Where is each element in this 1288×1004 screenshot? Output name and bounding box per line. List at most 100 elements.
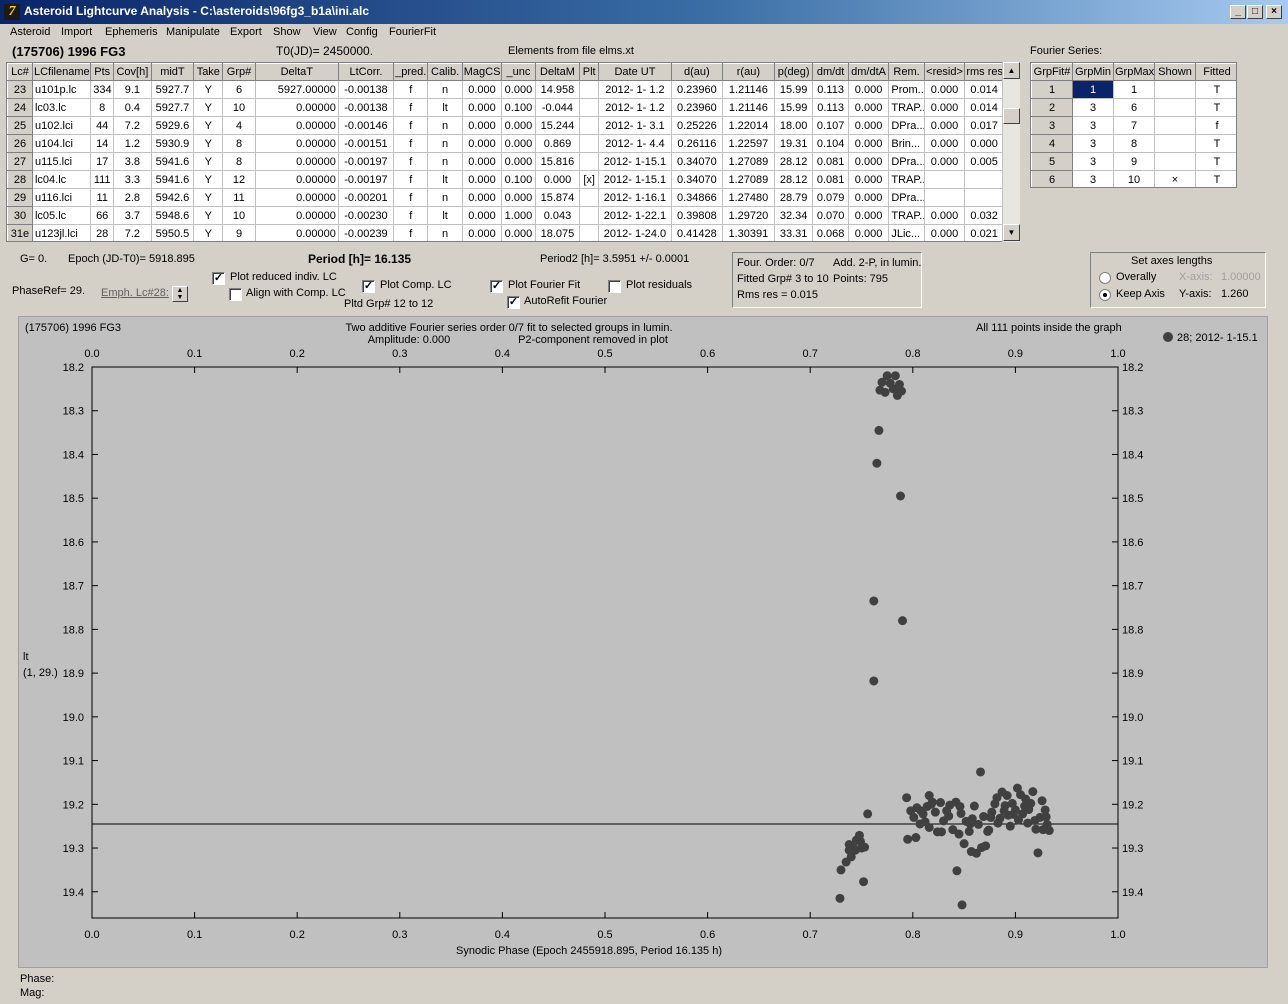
fourier-cell[interactable]: 9	[1113, 152, 1155, 171]
lc-cell[interactable]: 0.000	[535, 170, 581, 189]
lc-cell[interactable]: 0.000	[848, 98, 890, 117]
lc-cell[interactable]: 1.000	[501, 206, 536, 225]
lc-cell[interactable]: 0.00000	[255, 134, 339, 153]
fourier-table-row[interactable]: 539 T	[1031, 152, 1236, 171]
lc-cell[interactable]: 31e	[7, 224, 33, 241]
menu-ephemeris[interactable]: Ephemeris	[105, 26, 158, 38]
lc-col-header[interactable]: rms res	[964, 63, 1004, 81]
fourier-cell[interactable]	[1154, 134, 1196, 153]
lc-cell[interactable]: 0.25226	[671, 116, 723, 135]
lc-col-header[interactable]: _unc	[501, 63, 536, 81]
lc-cell[interactable]: 0.000	[501, 116, 536, 135]
lc-cell[interactable]: 0.104	[812, 134, 849, 153]
spin-up-icon[interactable]: ▲	[173, 287, 187, 294]
lc-cell[interactable]: DPra...	[888, 188, 925, 207]
lc-cell[interactable]: 1.22597	[722, 134, 775, 153]
lc-cell[interactable]: 10	[222, 206, 256, 225]
lc-cell[interactable]: 0.070	[812, 206, 849, 225]
lc-cell[interactable]: 44	[90, 116, 115, 135]
lc-cell[interactable]: 0.00000	[255, 188, 339, 207]
lc-table-row[interactable]: 29 u116.lci 11 2.8 5942.6 Y 11 0.00000 -0.00201 f…	[7, 188, 1004, 207]
lc-cell[interactable]: 0.000	[848, 152, 890, 171]
lc-cell[interactable]: 0.000	[848, 206, 890, 225]
lc-cell[interactable]: 1.2	[113, 134, 152, 153]
lc-cell[interactable]: Y	[193, 170, 224, 189]
lc-cell[interactable]: 28.79	[774, 188, 814, 207]
lc-cell[interactable]	[579, 116, 600, 135]
lc-grid-scrollbar[interactable]: ▲ ▼	[1002, 62, 1020, 242]
lc-cell[interactable]: 0.000	[462, 188, 503, 207]
lc-cell[interactable]: Y	[193, 134, 224, 153]
fourier-cell[interactable]: 3	[1072, 134, 1114, 153]
lc-cell[interactable]: 0.113	[812, 80, 849, 99]
lc-cell[interactable]: 0.081	[812, 152, 849, 171]
lc-table-row[interactable]: 28 lc04.lc 111 3.3 5941.6 Y 12 0.00000 -0.00197 f…	[7, 170, 1004, 189]
lc-cell[interactable]: DPra...	[888, 152, 925, 171]
lc-cell[interactable]: 28	[90, 224, 115, 241]
lc-cell[interactable]: 0.113	[812, 98, 849, 117]
fourier-cell[interactable]	[1154, 98, 1196, 117]
lc-cell[interactable]: 0.00000	[255, 224, 339, 241]
lc-cell[interactable]: 0.869	[535, 134, 581, 153]
lc-col-header[interactable]: _pred.	[393, 63, 429, 81]
y-axis-value[interactable]: 1.260	[1221, 288, 1249, 300]
lc-cell[interactable]: 2.8	[113, 188, 152, 207]
lc-cell[interactable]: -0.00146	[338, 116, 395, 135]
lc-cell[interactable]: 0.000	[924, 152, 966, 171]
lc-cell[interactable]	[579, 98, 600, 117]
lc-cell[interactable]: 0.41428	[671, 224, 723, 241]
plot-residuals-checkbox[interactable]	[608, 280, 621, 293]
lc-cell[interactable]: 0.34070	[671, 152, 723, 171]
fourier-table-row[interactable]: 6 3 10 × T	[1031, 170, 1236, 187]
lc-table-row[interactable]: 23 u101p.lc 334 9.1 5927.7 Y 6 5927.00000 -0.001…	[7, 80, 1004, 99]
lc-cell[interactable]: -0.00230	[338, 206, 395, 225]
lc-cell[interactable]	[579, 224, 600, 241]
lc-cell[interactable]: 2012- 1-15.1	[598, 170, 672, 189]
lc-col-header[interactable]: Grp#	[222, 63, 256, 81]
menu-import[interactable]: Import	[61, 26, 92, 38]
lc-cell[interactable]: u123jl.lci	[32, 224, 92, 241]
lc-cell[interactable]: 8	[90, 98, 115, 117]
lc-cell[interactable]: n	[427, 152, 463, 171]
lc-cell[interactable]: 0.014	[964, 98, 1004, 117]
lc-cell[interactable]: 0.000	[462, 224, 503, 241]
lc-cell[interactable]: 14.958	[535, 80, 581, 99]
lc-cell[interactable]: 2012- 1-15.1	[598, 152, 672, 171]
lc-cell[interactable]	[579, 188, 600, 207]
lc-cell[interactable]: lt	[427, 170, 463, 189]
lc-col-header[interactable]: Rem.	[888, 63, 925, 81]
fourier-cell[interactable]: 10	[1113, 170, 1155, 187]
lc-cell[interactable]	[579, 206, 600, 225]
lc-cell[interactable]: 0.000	[924, 224, 966, 241]
fourier-cell[interactable]: 8	[1113, 134, 1155, 153]
lc-cell[interactable]: 15.874	[535, 188, 581, 207]
lc-cell[interactable]	[579, 152, 600, 171]
lc-cell[interactable]: 11	[90, 188, 115, 207]
fourier-cell[interactable]: 3	[1031, 116, 1073, 135]
lc-cell[interactable]: 26	[7, 134, 33, 153]
lc-cell[interactable]: 0.005	[964, 152, 1004, 171]
lc-cell[interactable]: 24	[7, 98, 33, 117]
lc-col-header[interactable]: Take	[193, 63, 224, 81]
lc-cell[interactable]: lt	[427, 98, 463, 117]
fourier-cell[interactable]: ×	[1154, 170, 1196, 187]
lc-cell[interactable]: [x]	[579, 170, 600, 189]
fourier-cell[interactable]: 6	[1031, 170, 1073, 187]
lc-cell[interactable]: 0.081	[812, 170, 849, 189]
lc-cell[interactable]: 0.00000	[255, 98, 339, 117]
lc-cell[interactable]: -0.00138	[338, 98, 395, 117]
lc-cell[interactable]: 111	[90, 170, 115, 189]
lc-cell[interactable]: 0.000	[462, 152, 503, 171]
lc-cell[interactable]: -0.00138	[338, 80, 395, 99]
lc-cell[interactable]: 0.000	[462, 206, 503, 225]
lc-cell[interactable]: 0.23960	[671, 80, 723, 99]
lc-cell[interactable]: 4	[222, 116, 256, 135]
fourier-cell[interactable]: 7	[1113, 116, 1155, 135]
lc-cell[interactable]: lc04.lc	[32, 170, 92, 189]
fourier-cell[interactable]	[1154, 80, 1196, 99]
lc-cell[interactable]: Y	[193, 116, 224, 135]
lc-cell[interactable]: 28.12	[774, 170, 814, 189]
lc-cell[interactable]: 1.21146	[722, 80, 775, 99]
lc-cell[interactable]: f	[393, 152, 429, 171]
lc-cell[interactable]: TRAP...	[888, 170, 925, 189]
